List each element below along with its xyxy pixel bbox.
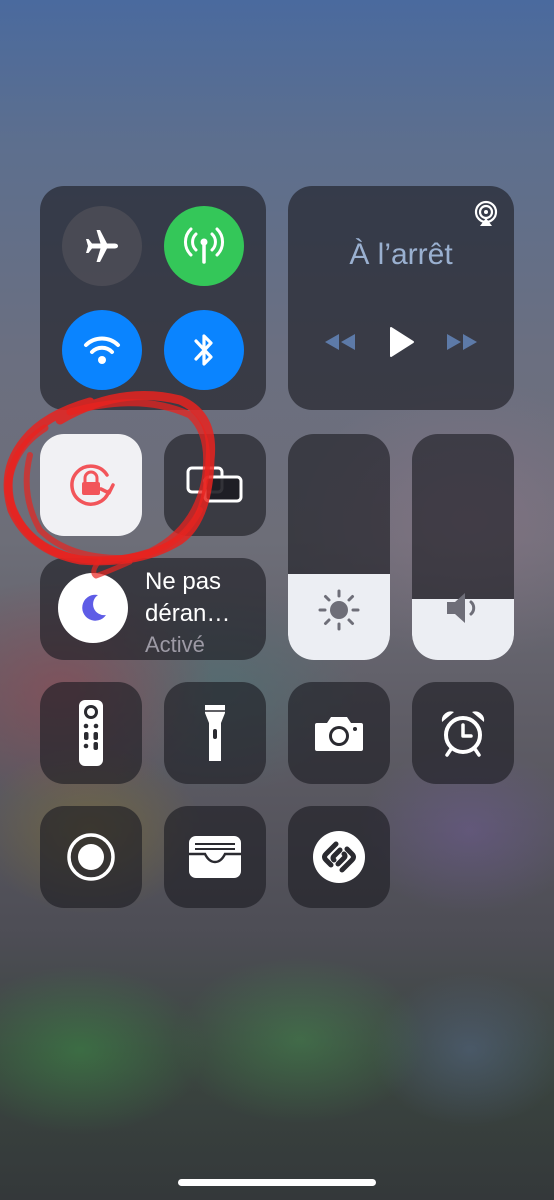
do-not-disturb-toggle[interactable] (58, 573, 128, 643)
wifi-button[interactable] (62, 310, 142, 390)
alarm-button[interactable] (412, 682, 514, 784)
forward-icon[interactable] (445, 332, 479, 352)
airplane-mode-button[interactable] (62, 206, 142, 286)
media-status: À l’arrêt (349, 238, 453, 271)
home-indicator[interactable] (178, 1179, 376, 1186)
camera-icon (288, 682, 390, 784)
screen-mirroring-icon (164, 434, 266, 536)
now-playing-module[interactable]: À l’arrêt (288, 186, 514, 410)
backward-icon[interactable] (323, 332, 357, 352)
play-icon[interactable] (387, 326, 415, 358)
airplane-icon (82, 226, 122, 266)
flashlight-icon (164, 682, 266, 784)
do-not-disturb-status: Activé (145, 632, 205, 657)
do-not-disturb-title-line1: Ne pas (145, 568, 222, 595)
wallet-button[interactable] (164, 806, 266, 908)
cellular-data-button[interactable] (164, 206, 244, 286)
alarm-clock-icon (412, 682, 514, 784)
apple-tv-remote-button[interactable] (40, 682, 142, 784)
airplay-icon[interactable] (472, 200, 500, 232)
bluetooth-button[interactable] (164, 310, 244, 390)
bluetooth-icon (184, 328, 224, 372)
wifi-icon (80, 328, 124, 372)
do-not-disturb-button[interactable]: Ne pas déran… Activé (40, 558, 266, 660)
remote-icon (40, 682, 142, 784)
moon-icon (76, 591, 110, 625)
shazam-button[interactable] (288, 806, 390, 908)
screen-recording-button[interactable] (40, 806, 142, 908)
orientation-lock-icon (40, 434, 142, 536)
volume-slider[interactable] (412, 434, 514, 660)
flashlight-button[interactable] (164, 682, 266, 784)
sun-icon (288, 588, 390, 632)
record-icon (40, 806, 142, 908)
camera-button[interactable] (288, 682, 390, 784)
screen-mirroring-button[interactable] (164, 434, 266, 536)
do-not-disturb-text: Ne pas déran… Activé (145, 566, 230, 660)
wallet-icon (164, 806, 266, 908)
speaker-icon (412, 590, 514, 626)
connectivity-module (40, 186, 266, 410)
orientation-lock-button[interactable] (40, 434, 142, 536)
media-controls (288, 326, 514, 358)
brightness-slider[interactable] (288, 434, 390, 660)
do-not-disturb-title-line2: déran… (145, 600, 231, 627)
antenna-icon (182, 224, 226, 268)
shazam-icon (288, 806, 390, 908)
